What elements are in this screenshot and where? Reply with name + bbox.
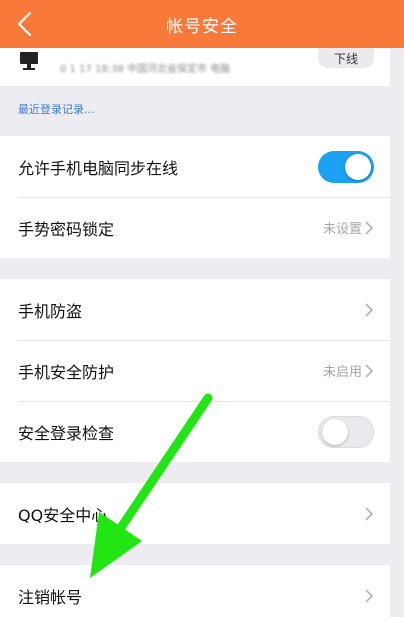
settings-group-phone: 手机防盗 手机安全防护 未启用 安全登录检查 [0, 279, 390, 462]
gesture-lock-status: 未设置 [322, 222, 362, 237]
settings-group-account: 注销帐号 [0, 565, 390, 617]
phone-security-label: 手机安全防护 [18, 362, 115, 382]
sync-online-toggle[interactable] [318, 150, 374, 183]
device-info: 0 1 17 18:38 中国河北省保定市 电脑 [60, 64, 231, 75]
anti-theft-row[interactable]: 手机防盗 [0, 279, 390, 340]
login-check-label: 安全登录检查 [18, 423, 115, 443]
cancel-account-row[interactable]: 注销帐号 [0, 565, 390, 617]
toggle-knob [322, 418, 348, 445]
anti-theft-label: 手机防盗 [18, 301, 83, 321]
chevron-left-icon[interactable] [10, 10, 38, 38]
monitor-icon [18, 52, 40, 72]
logged-in-device: 0 1 17 18:38 中国河北省保定市 电脑 下线 [0, 48, 390, 86]
gesture-lock-row[interactable]: 手势密码锁定 未设置 [0, 197, 390, 258]
sync-online-row: 允许手机电脑同步在线 [0, 136, 390, 197]
qq-security-center-label: QQ安全中心 [18, 505, 108, 525]
login-check-toggle[interactable] [318, 415, 374, 448]
settings-group-sync: 允许手机电脑同步在线 手势密码锁定 未设置 [0, 136, 390, 258]
page-title: 帐号安全 [166, 16, 238, 37]
top-nav-bar: 帐号安全 [0, 0, 404, 48]
qq-security-center-row[interactable]: QQ安全中心 [0, 483, 390, 544]
toggle-knob [345, 153, 371, 180]
chevron-right-icon [365, 302, 374, 317]
recent-login-records-link[interactable]: 最近登录记录... [18, 101, 95, 117]
chevron-right-icon [365, 506, 374, 521]
settings-group-qq: QQ安全中心 [0, 483, 390, 544]
phone-security-row[interactable]: 手机安全防护 未启用 [0, 340, 390, 401]
chevron-right-icon [365, 588, 374, 603]
cancel-account-label: 注销帐号 [18, 587, 83, 607]
chevron-right-icon [365, 363, 374, 378]
offline-button[interactable]: 下线 [318, 48, 374, 68]
phone-security-status: 未启用 [322, 365, 362, 380]
chevron-right-icon [365, 220, 374, 235]
sync-online-label: 允许手机电脑同步在线 [18, 158, 179, 178]
gesture-lock-label: 手势密码锁定 [18, 219, 115, 239]
login-check-row: 安全登录检查 [0, 401, 390, 462]
